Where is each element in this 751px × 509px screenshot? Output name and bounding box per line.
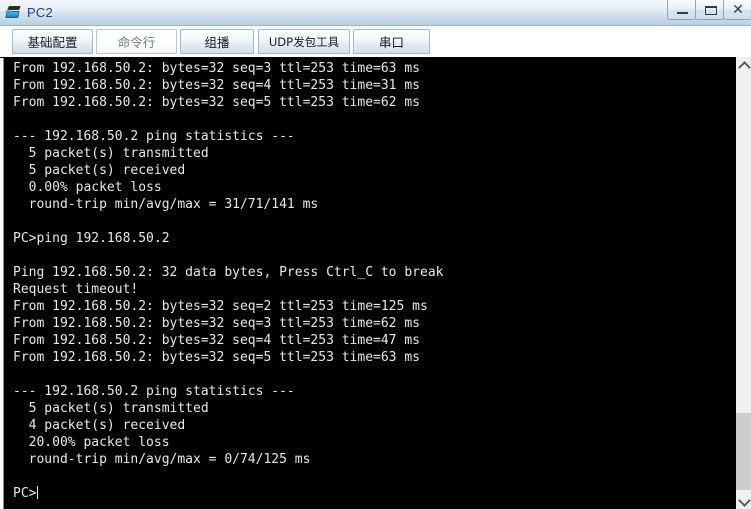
tab-basic-config[interactable]: 基础配置 [12, 29, 93, 54]
terminal-output: From 192.168.50.2: bytes=32 seq=3 ttl=25… [13, 60, 733, 502]
terminal-line: 20.00% packet loss [13, 435, 170, 450]
pc2-window: PC2 ✕ 基础配置 命令行 组播 UDP发包工具 串口 From 192.16… [0, 0, 751, 509]
terminal-line: From 192.168.50.2: bytes=32 seq=4 ttl=25… [13, 333, 420, 348]
tab-udp-tool-label: UDP发包工具 [268, 34, 340, 49]
terminal-line: --- 192.168.50.2 ping statistics --- [13, 129, 295, 144]
terminal-line: Ping 192.168.50.2: 32 data bytes, Press … [13, 265, 444, 280]
terminal-line: 4 packet(s) received [13, 418, 186, 433]
terminal-scrollbar[interactable] [735, 57, 751, 509]
scroll-down-arrow[interactable] [736, 493, 751, 509]
terminal-panel[interactable]: From 192.168.50.2: bytes=32 seq=3 ttl=25… [0, 57, 751, 509]
terminal-line: From 192.168.50.2: bytes=32 seq=2 ttl=25… [13, 299, 428, 314]
tab-multicast-label: 组播 [204, 35, 230, 50]
window-controls: ✕ [667, 0, 751, 20]
minimize-button[interactable] [667, 0, 696, 20]
tab-multicast[interactable]: 组播 [180, 29, 254, 54]
tab-basic-config-label: 基础配置 [27, 35, 78, 50]
terminal-line: round-trip min/avg/max = 31/71/141 ms [13, 197, 319, 212]
terminal-line: 0.00% packet loss [13, 180, 162, 195]
terminal-line: From 192.168.50.2: bytes=32 seq=5 ttl=25… [13, 350, 420, 365]
terminal-line: From 192.168.50.2: bytes=32 seq=5 ttl=25… [13, 95, 420, 110]
terminal-line: From 192.168.50.2: bytes=32 seq=4 ttl=25… [13, 78, 420, 93]
terminal-line: From 192.168.50.2: bytes=32 seq=3 ttl=25… [13, 61, 420, 76]
tab-command-line-label: 命令行 [117, 35, 156, 50]
close-button[interactable]: ✕ [723, 0, 751, 20]
tab-serial-port-label: 串口 [378, 35, 404, 50]
terminal-line: PC> [13, 486, 39, 501]
terminal-cursor [37, 486, 39, 499]
tab-command-line[interactable]: 命令行 [96, 29, 177, 54]
terminal-line: round-trip min/avg/max = 0/74/125 ms [13, 452, 311, 467]
minimize-icon [677, 12, 688, 14]
terminal-line: Request timeout! [13, 282, 139, 297]
close-icon: ✕ [732, 2, 744, 18]
maximize-icon [705, 6, 717, 15]
window-title: PC2 [27, 4, 53, 20]
scroll-up-arrow[interactable] [736, 57, 751, 74]
network-pc-icon [4, 4, 22, 22]
terminal-line: PC>ping 192.168.50.2 [13, 231, 170, 246]
terminal-line: 5 packet(s) transmitted [13, 146, 209, 161]
scroll-thumb[interactable] [736, 413, 751, 490]
terminal-line: --- 192.168.50.2 ping statistics --- [13, 384, 295, 399]
maximize-button[interactable] [695, 0, 724, 20]
tab-serial-port[interactable]: 串口 [353, 29, 430, 54]
terminal-inner-border [3, 58, 7, 509]
terminal-line: From 192.168.50.2: bytes=32 seq=3 ttl=25… [13, 316, 420, 331]
tab-bar: 基础配置 命令行 组播 UDP发包工具 串口 [0, 26, 751, 57]
chevron-up-icon [738, 61, 751, 74]
window-titlebar: PC2 ✕ [0, 0, 751, 26]
terminal-line: 5 packet(s) transmitted [13, 401, 209, 416]
tab-udp-tool[interactable]: UDP发包工具 [258, 29, 350, 54]
terminal-line: 5 packet(s) received [13, 163, 186, 178]
chevron-down-icon [738, 494, 751, 507]
